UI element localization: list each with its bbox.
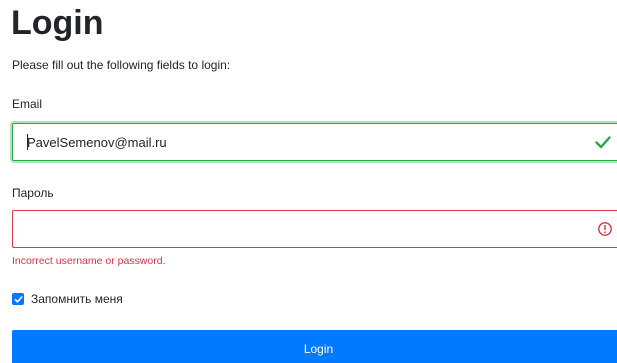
remember-me-checkbox[interactable] bbox=[12, 293, 24, 305]
text-cursor bbox=[27, 134, 28, 150]
remember-me-row[interactable]: Запомнить меня bbox=[12, 291, 123, 307]
password-field[interactable] bbox=[12, 210, 617, 248]
page-subtitle: Please fill out the following fields to … bbox=[12, 58, 231, 72]
password-label: Пароль bbox=[12, 186, 54, 200]
login-button[interactable]: Login bbox=[12, 330, 617, 363]
login-button-label: Login bbox=[303, 342, 334, 356]
page-title: Login bbox=[11, 4, 104, 42]
email-label: Email bbox=[12, 97, 43, 111]
email-field[interactable] bbox=[12, 123, 617, 161]
remember-me-label: Запомнить меня bbox=[31, 292, 123, 306]
error-circle-icon bbox=[598, 222, 612, 236]
checkmark-icon bbox=[14, 295, 23, 303]
check-icon bbox=[595, 136, 611, 149]
login-page: Login Please fill out the following fiel… bbox=[0, 0, 617, 363]
password-error-message: Incorrect username or password. bbox=[12, 255, 166, 267]
